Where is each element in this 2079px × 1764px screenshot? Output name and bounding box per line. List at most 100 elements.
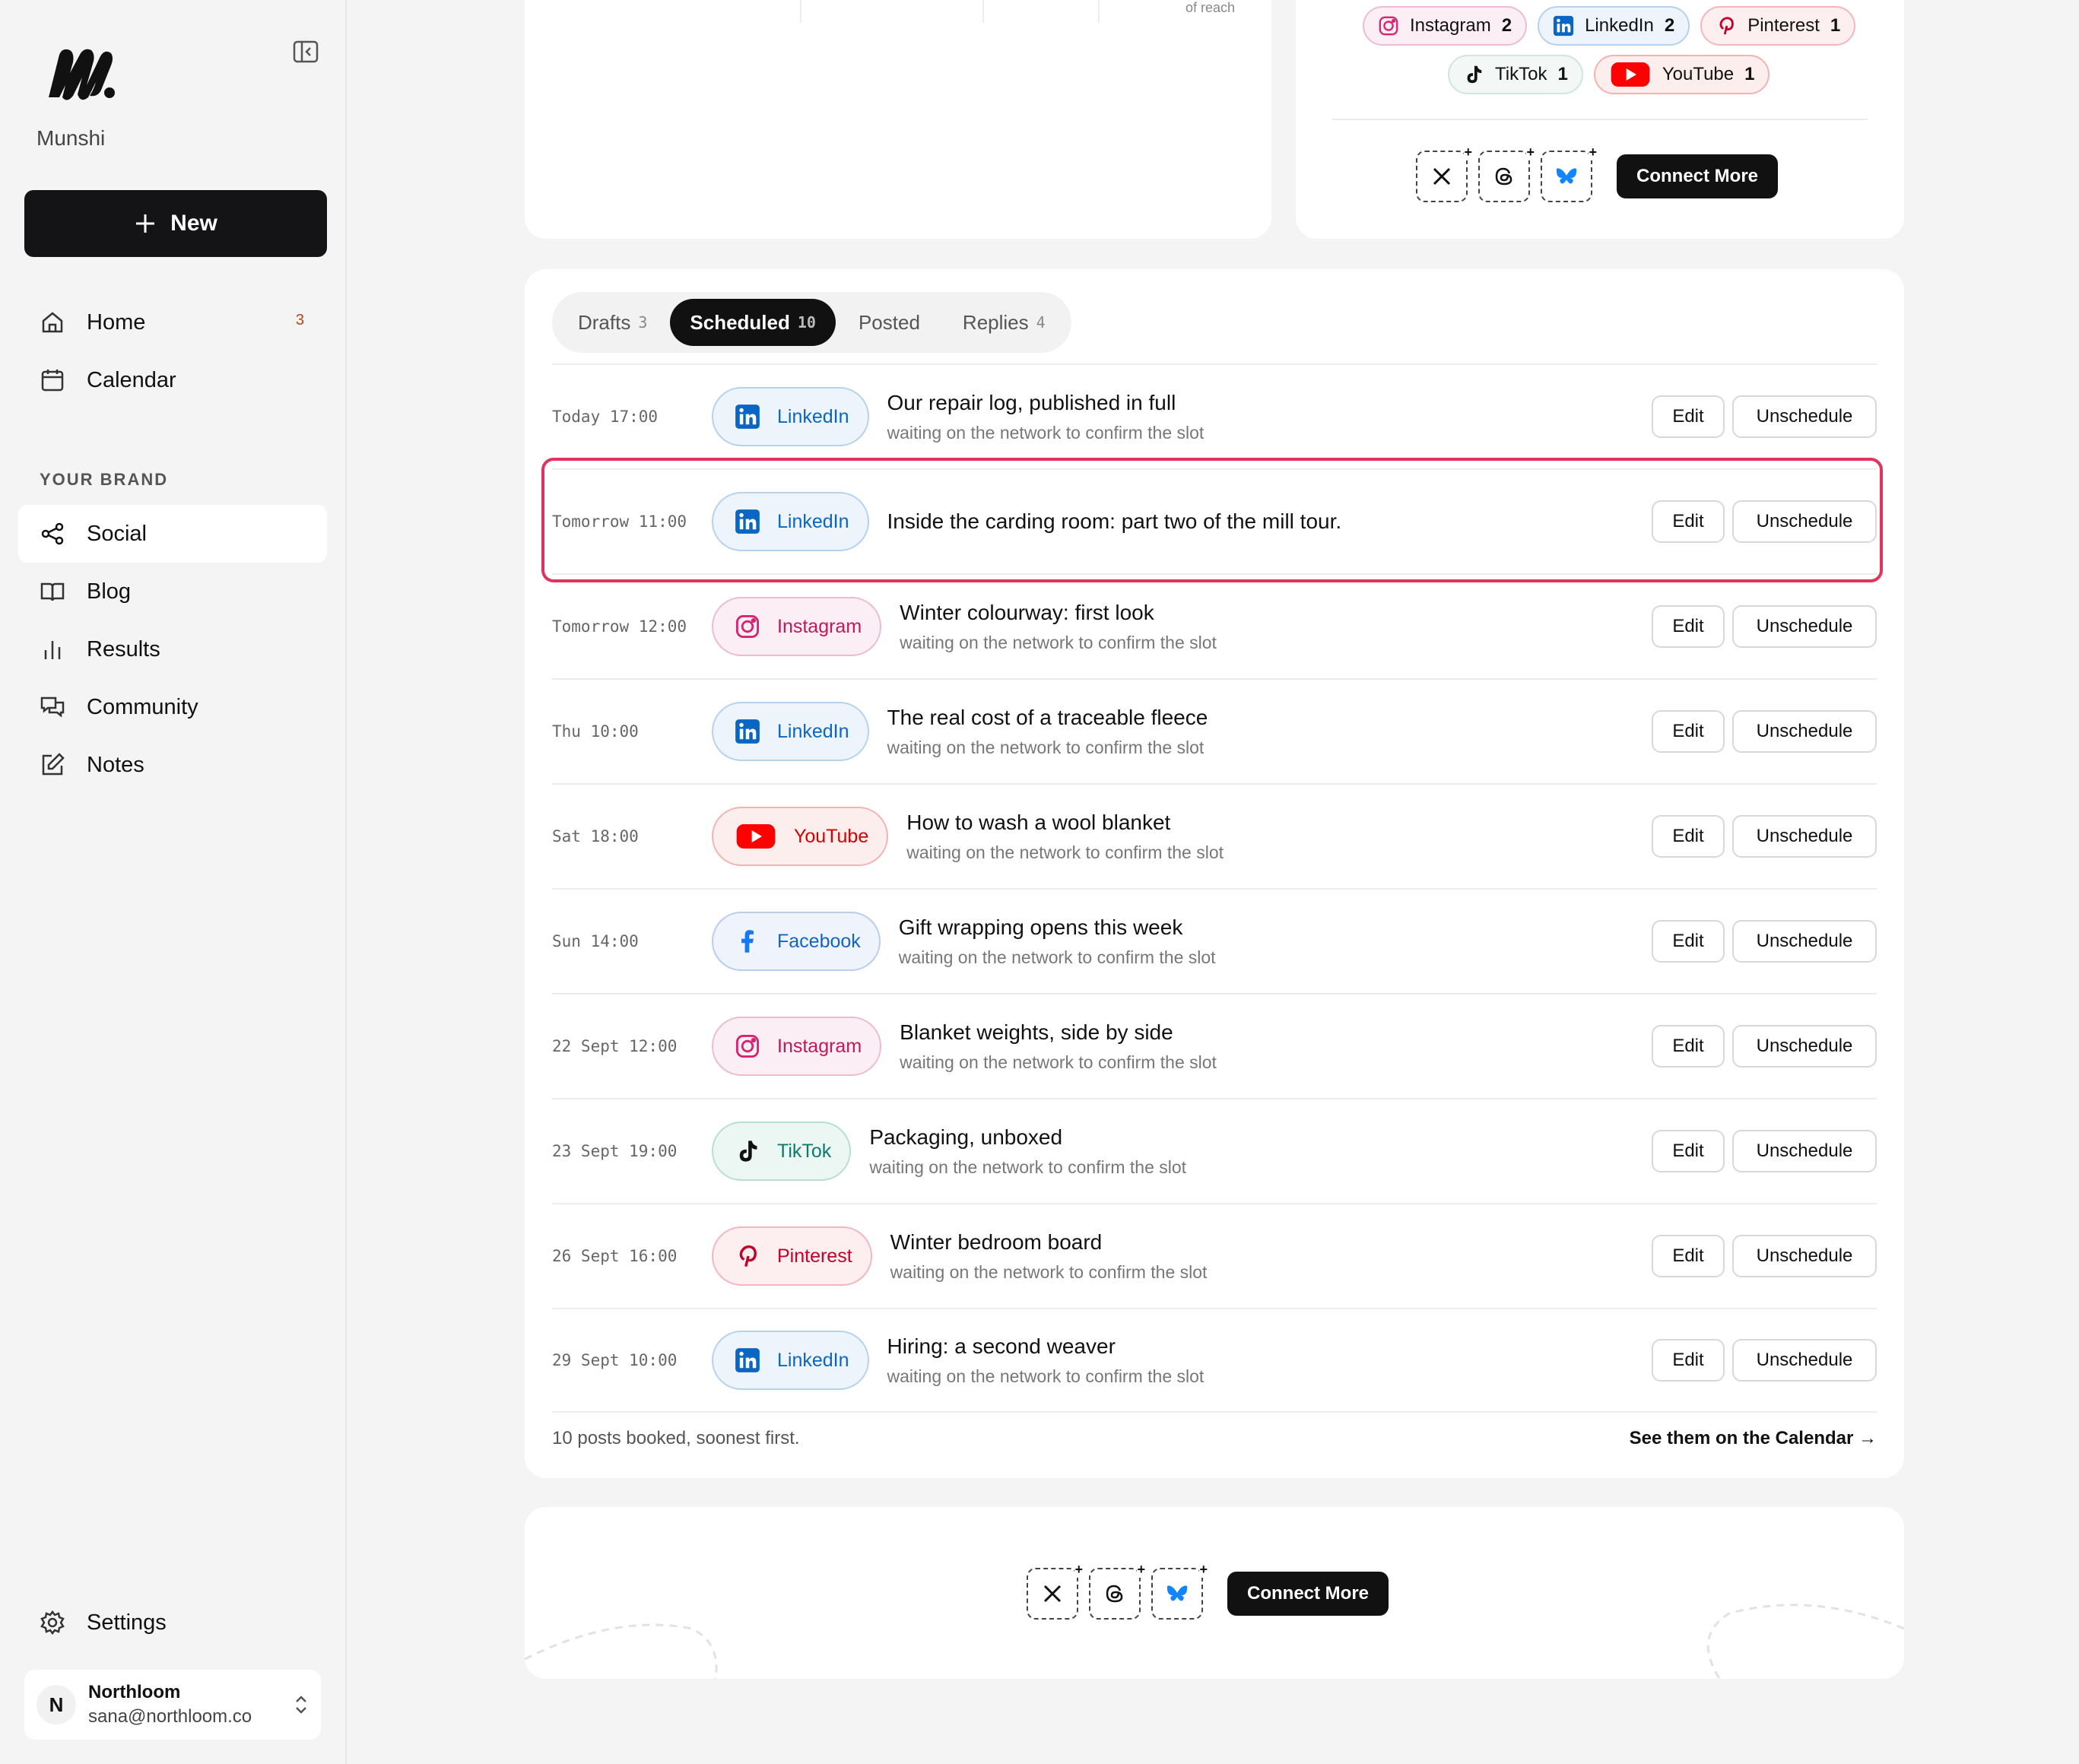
tab-replies[interactable]: Replies 4 — [943, 299, 1065, 346]
post-status: waiting on the network to confirm the sl… — [887, 737, 1205, 757]
tiktok-icon — [1467, 65, 1482, 84]
unschedule-button[interactable]: Unschedule — [1732, 395, 1877, 438]
connect-bluesky-button[interactable]: + — [1541, 144, 1597, 202]
edit-button[interactable]: Edit — [1652, 710, 1725, 753]
connect-more-button[interactable]: Connect More — [1227, 1572, 1389, 1616]
post-title: Winter bedroom board — [890, 1229, 1103, 1254]
network-badge-linkedin: LinkedIn — [712, 702, 869, 761]
decorative-curve — [525, 1623, 718, 1679]
post-status: waiting on the network to confirm the sl… — [890, 1261, 1208, 1282]
linkedin-icon — [735, 509, 760, 534]
post-title: Hiring: a second weaver — [887, 1334, 1116, 1358]
calendar-link[interactable]: See them on the Calendar → — [1630, 1428, 1877, 1449]
connect-more-button[interactable]: Connect More — [1617, 154, 1779, 198]
unschedule-button[interactable]: Unschedule — [1732, 710, 1877, 753]
unschedule-button[interactable]: Unschedule — [1732, 1339, 1877, 1382]
sidebar-item-social[interactable]: Social — [18, 505, 327, 563]
chevron-up-down-icon — [296, 1696, 306, 1714]
sidebar-item-label: Social — [87, 521, 147, 546]
network-label: Facebook — [777, 930, 861, 952]
unschedule-button[interactable]: Unschedule — [1732, 815, 1877, 858]
post-time: Today 17:00 — [552, 408, 659, 426]
connect-threads-button[interactable]: + — [1089, 1562, 1145, 1620]
unschedule-button[interactable]: Unschedule — [1732, 920, 1877, 963]
sidebar-item-label: Results — [87, 636, 160, 662]
unschedule-button[interactable]: Unschedule — [1732, 1130, 1877, 1172]
book-icon — [40, 582, 65, 601]
connected-account-youtube[interactable]: YouTube 1 — [1593, 55, 1770, 94]
account-name: LinkedIn — [1585, 15, 1654, 36]
connect-bluesky-button[interactable]: + — [1151, 1562, 1208, 1620]
plus-icon: + — [1464, 144, 1472, 160]
account-switcher[interactable]: N Northloom sana@northloom.co — [24, 1670, 321, 1740]
network-badge-youtube: YouTube — [712, 807, 889, 866]
munshi-logo-icon[interactable] — [43, 43, 119, 103]
edit-button[interactable]: Edit — [1652, 1130, 1725, 1172]
post-status: waiting on the network to confirm the sl… — [898, 947, 1216, 967]
edit-button[interactable]: Edit — [1652, 920, 1725, 963]
x-icon — [1043, 1585, 1062, 1603]
network-label: Instagram — [777, 1035, 862, 1057]
post-status: waiting on the network to confirm the sl… — [900, 632, 1217, 652]
unschedule-button[interactable]: Unschedule — [1732, 1235, 1877, 1277]
edit-button[interactable]: Edit — [1652, 1235, 1725, 1277]
connect-threads-button[interactable]: + — [1478, 144, 1535, 202]
gear-icon — [40, 1610, 65, 1636]
network-badge-linkedin: LinkedIn — [712, 492, 869, 551]
list-summary: 10 posts booked, soonest first. — [552, 1428, 800, 1448]
connect-x-button[interactable]: + — [1416, 144, 1472, 202]
post-time: Thu 10:00 — [552, 722, 639, 741]
tab-drafts[interactable]: Drafts 3 — [558, 299, 667, 346]
tab-label: Scheduled — [690, 310, 790, 334]
table-row: Sun 14:00 Facebook Gift wrapping opens t… — [552, 888, 1877, 993]
network-label: LinkedIn — [777, 405, 849, 427]
unschedule-button[interactable]: Unschedule — [1732, 500, 1877, 543]
post-title: Winter colourway: first look — [900, 600, 1154, 624]
post-status: waiting on the network to confirm the sl… — [887, 1366, 1205, 1386]
sidebar-item-home[interactable]: Home 3 — [18, 293, 327, 351]
tab-label: Replies — [962, 310, 1029, 334]
table-row: 29 Sept 10:00 LinkedIn Hiring: a second … — [552, 1308, 1877, 1413]
post-time: 29 Sept 10:00 — [552, 1351, 678, 1369]
connect-x-button[interactable]: + — [1027, 1562, 1083, 1620]
table-row: Thu 10:00 LinkedIn The real cost of a tr… — [552, 678, 1877, 783]
linkedin-icon — [735, 405, 760, 429]
sidebar-item-notes[interactable]: Notes — [18, 736, 327, 794]
edit-button[interactable]: Edit — [1652, 1025, 1725, 1068]
collapse-sidebar-icon[interactable] — [292, 40, 319, 64]
post-time: Tomorrow 12:00 — [552, 617, 687, 636]
edit-button[interactable]: Edit — [1652, 500, 1725, 543]
connected-account-tiktok[interactable]: TikTok 1 — [1448, 55, 1583, 94]
edit-button[interactable]: Edit — [1652, 605, 1725, 648]
pinterest-icon — [739, 1245, 757, 1267]
edit-button[interactable]: Edit — [1652, 395, 1725, 438]
post-title: Our repair log, published in full — [887, 390, 1176, 414]
plus-icon: + — [1074, 1562, 1083, 1578]
section-label-your-brand: YOUR BRAND — [40, 470, 169, 489]
tab-posted[interactable]: Posted — [839, 299, 940, 346]
post-time: Tomorrow 11:00 — [552, 512, 687, 531]
sidebar-item-settings[interactable]: Settings — [18, 1594, 327, 1651]
network-label: Pinterest — [777, 1245, 852, 1267]
network-label: LinkedIn — [777, 1349, 849, 1371]
connected-account-linkedin[interactable]: LinkedIn 2 — [1538, 6, 1690, 46]
sidebar-item-calendar[interactable]: Calendar — [18, 351, 327, 409]
unschedule-button[interactable]: Unschedule — [1732, 605, 1877, 648]
post-status: waiting on the network to confirm the sl… — [900, 1052, 1217, 1072]
network-badge-pinterest: Pinterest — [712, 1226, 872, 1286]
tab-scheduled[interactable]: Scheduled 10 — [670, 299, 836, 346]
connected-account-instagram[interactable]: Instagram 2 — [1363, 6, 1528, 46]
sidebar-item-blog[interactable]: Blog — [18, 563, 327, 620]
bar-chart-icon — [44, 641, 61, 659]
edit-button[interactable]: Edit — [1652, 1339, 1725, 1382]
table-row: 23 Sept 19:00 TikTok Packaging, unboxed … — [552, 1098, 1877, 1203]
plus-icon: + — [1589, 144, 1597, 160]
linkedin-icon — [1554, 15, 1574, 36]
sidebar-item-results[interactable]: Results — [18, 620, 327, 678]
connected-account-pinterest[interactable]: Pinterest 1 — [1700, 6, 1856, 46]
sidebar-item-community[interactable]: Community — [18, 678, 327, 736]
x-icon — [1433, 167, 1451, 186]
unschedule-button[interactable]: Unschedule — [1732, 1025, 1877, 1068]
new-button[interactable]: New — [24, 190, 327, 257]
edit-button[interactable]: Edit — [1652, 815, 1725, 858]
